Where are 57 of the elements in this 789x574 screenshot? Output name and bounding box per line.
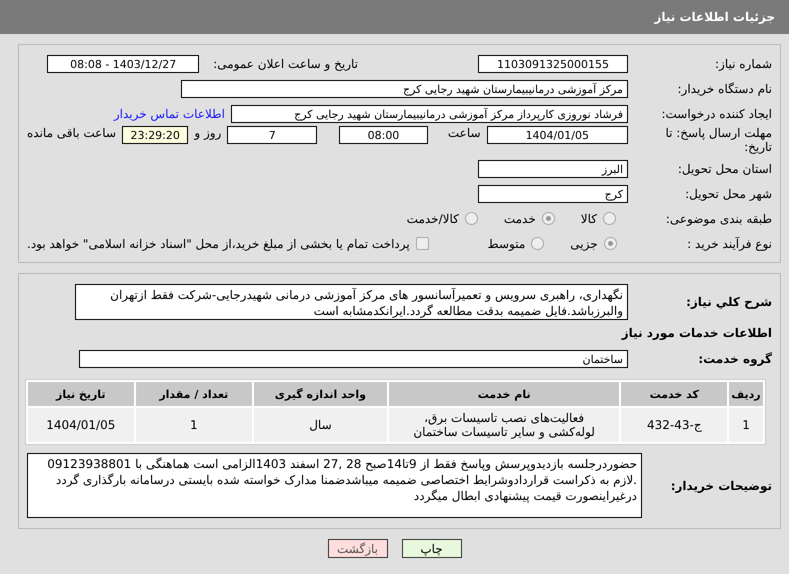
field-label: ایجاد کننده درخواست:	[660, 106, 772, 120]
column-header: تاریخ نیاز	[28, 382, 134, 406]
field-label: مهلت ارسال پاسخ: تا تاریخ:	[664, 126, 772, 154]
table-cell: 1	[136, 408, 252, 442]
radio-button[interactable]	[604, 237, 617, 250]
column-header: نام خدمت	[388, 382, 620, 406]
field-label: نام دستگاه خریدار:	[676, 82, 772, 96]
days-field: 7	[227, 126, 318, 144]
column-header: تعداد / مقدار	[136, 382, 252, 406]
service-group-field: ساختمان	[79, 350, 628, 368]
radio-button[interactable]	[542, 212, 555, 225]
field-label: شماره نیاز:	[714, 56, 772, 70]
announce-date-field: 1403/12/27 - 08:08	[47, 54, 200, 72]
table-cell: سال	[254, 408, 387, 442]
field-label: شهر محل تحویل:	[684, 186, 772, 200]
checkbox[interactable]	[416, 237, 429, 250]
province-field: البرز	[478, 160, 628, 178]
requester-field: فرشاد نوروزی کارپرداز مرکز آموزشی درمانیبیمارستان شهید رجایی کرج	[231, 104, 628, 122]
contact-link[interactable]: اطلاعات تماس خریدار	[114, 106, 225, 120]
table-cell: فعالیت‌های نصب تاسیسات برق، لوله‌کشی و سایر تاسیسات ساختمان	[388, 408, 620, 442]
radio-button[interactable]	[464, 212, 478, 225]
buyer-notes-field: حضوردرجلسه بازدیدوپرسش وپاسخ فقط از 9تا14صبح 28 ,27 اسفند 1403الزامی است هماهنگی با 09123938801 .لازم به ذکراست قراردادوشرایط اختصاصی ضمیمه میباشدضمنا مدارک خواسته شده بایستی درسامانه بارگذاری گردد درغیراینصورت قیمت پیشنهادی ابطال میگردد	[27, 453, 642, 518]
field-label: استان محل تحویل:	[676, 162, 772, 176]
column-header: کد خدمت	[621, 382, 728, 406]
field-label: نوع فرآیند خرید :	[686, 236, 772, 250]
remaining-time-field: 23:29:20	[122, 126, 188, 144]
table-cell: 1	[729, 408, 763, 442]
field-label: توضیحات خریدار:	[670, 478, 772, 492]
checkbox-label: پرداخت تمام یا بخشی از مبلغ خرید،از محل "اسناد خزانه اسلامی" خواهد بود.	[27, 236, 410, 250]
column-header: ردیف	[729, 382, 763, 406]
section-heading: اطلاعات خدمات مورد نیاز	[620, 325, 772, 342]
radio-button[interactable]	[603, 212, 616, 225]
deadline-time-field: 08:00	[338, 126, 428, 144]
field-label: تاریخ و ساعت اعلان عمومی:	[213, 56, 358, 70]
description-field: نگهداری، راهبری سرویس و تعمیرآسانسور های مرکز آموزشی درمانی شهیدرجایی-شرکت فقط ازتهران والبرزباشد.فایل ضمیمه بدقت مطالعه گردد.ایرانکدمشابه است	[75, 284, 628, 320]
field-label: طبقه بندی موضوعی:	[664, 212, 772, 226]
table-cell: 1404/01/05	[28, 408, 134, 442]
radio-button[interactable]	[531, 237, 544, 250]
print-button[interactable]: چاپ	[402, 539, 462, 558]
field-label: روز و	[194, 126, 222, 140]
radio-label: متوسط	[488, 236, 526, 250]
radio-label: کالا	[580, 212, 597, 226]
radio-label: جزیی	[570, 236, 598, 250]
city-field: کرج	[478, 184, 628, 202]
page-title: جزئیات اطلاعات نیاز	[654, 10, 775, 24]
radio-label: کالا/خدمت	[406, 212, 459, 226]
radio-label: خدمت	[504, 212, 536, 226]
field-label: شرح كلي نیاز:	[685, 295, 772, 309]
back-button[interactable]: بازگشت	[328, 539, 388, 558]
buyer-org-field: مرکز آموزشی درمانیبیمارستان شهید رجایی کرج	[181, 80, 628, 98]
deadline-date-field: 1404/01/05	[486, 126, 628, 144]
field-label: گروه خدمت:	[697, 352, 772, 366]
table-cell: ج-43-432	[621, 408, 728, 442]
column-header: واحد اندازه گیری	[254, 382, 387, 406]
field-label: ساعت باقی مانده	[26, 126, 116, 140]
need-number-field: 1103091325000155	[478, 54, 628, 72]
field-label: ساعت	[448, 126, 481, 140]
